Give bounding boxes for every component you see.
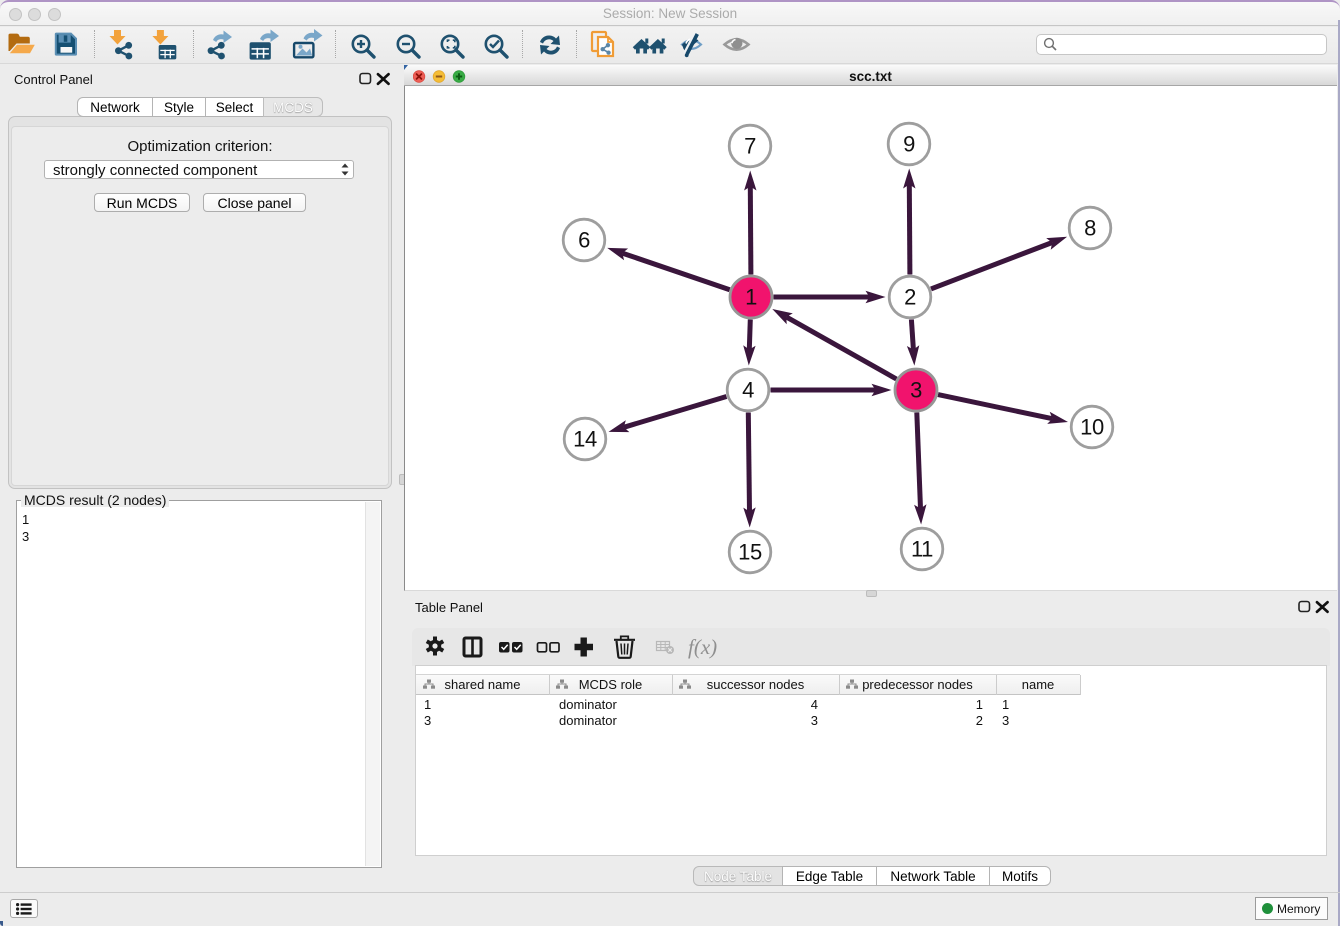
svg-text:6: 6 — [578, 228, 590, 253]
svg-text:2: 2 — [904, 285, 916, 310]
svg-text:8: 8 — [1084, 216, 1096, 241]
svg-text:10: 10 — [1080, 415, 1104, 440]
svg-text:11: 11 — [911, 537, 933, 562]
svg-text:9: 9 — [903, 132, 915, 157]
svg-text:3: 3 — [910, 378, 922, 403]
svg-text:4: 4 — [742, 378, 754, 403]
svg-text:1: 1 — [745, 285, 757, 310]
svg-text:15: 15 — [738, 540, 762, 565]
svg-text:7: 7 — [744, 134, 756, 159]
svg-text:14: 14 — [573, 427, 597, 452]
svg-text:f(x): f(x) — [688, 635, 717, 659]
